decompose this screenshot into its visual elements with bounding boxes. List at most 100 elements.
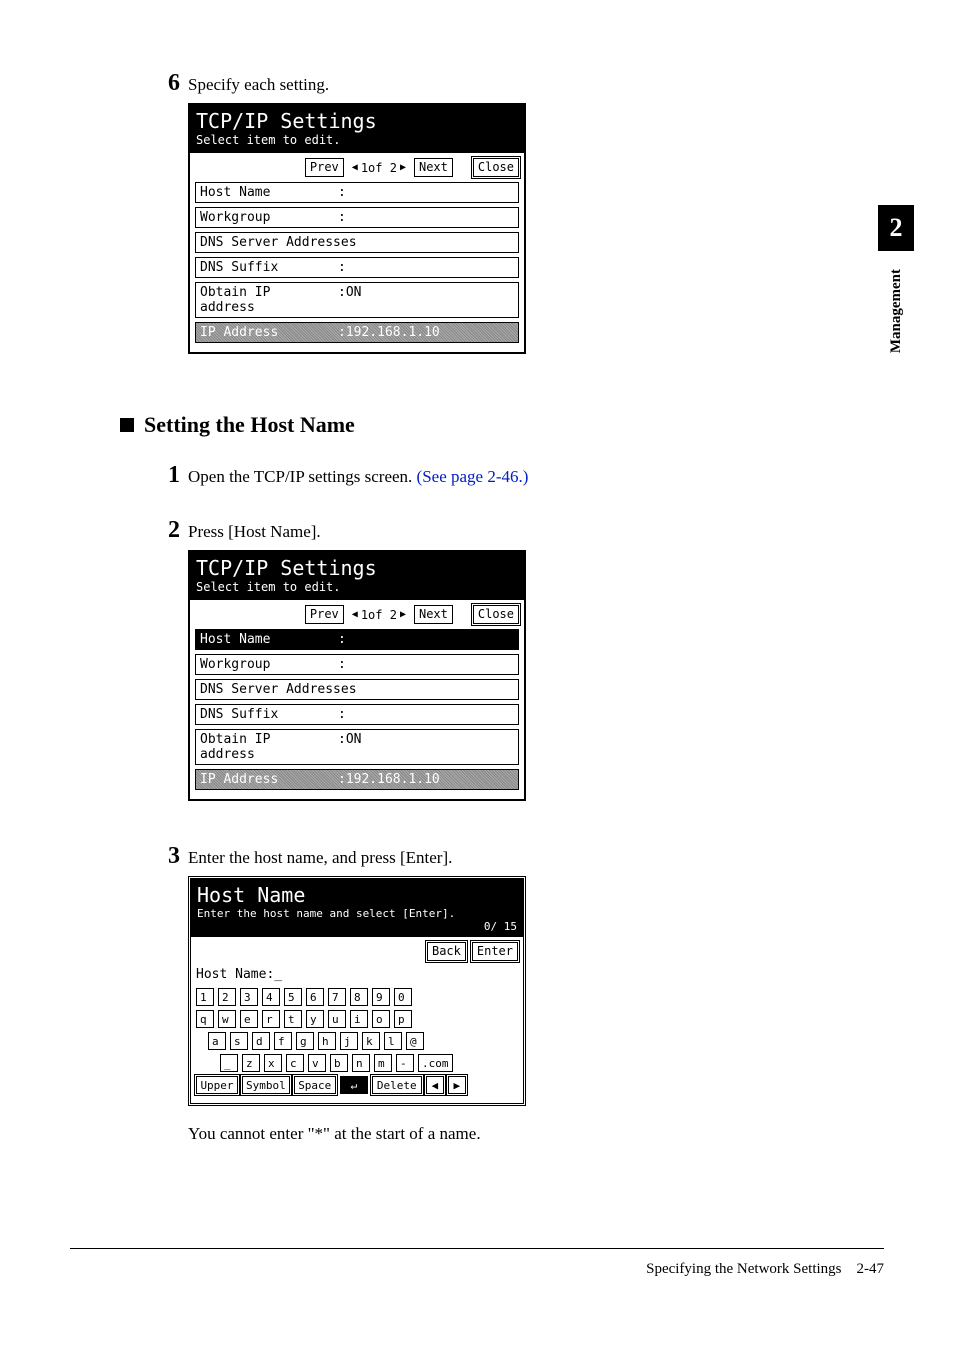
list-item[interactable]: DNS Server Addresses: [195, 679, 519, 700]
key-u[interactable]: u: [328, 1010, 346, 1028]
key-i[interactable]: i: [350, 1010, 368, 1028]
triangle-right-icon: ▶: [400, 162, 406, 173]
list-item[interactable]: Host Name:: [195, 182, 519, 203]
key-4[interactable]: 4: [262, 988, 280, 1006]
enter-button[interactable]: Enter: [472, 942, 518, 961]
key-t[interactable]: t: [284, 1010, 302, 1028]
lcd-subtitle: Select item to edit.: [196, 580, 518, 594]
key-7[interactable]: 7: [328, 988, 346, 1006]
lcd-tcpip-1: TCP/IP Settings Select item to edit. Pre…: [188, 103, 526, 354]
item-value: :ON: [338, 732, 361, 762]
close-button[interactable]: Close: [473, 158, 519, 177]
section-title: Setting the Host Name: [144, 412, 355, 438]
item-label: Host Name: [200, 632, 330, 647]
key-m[interactable]: m: [374, 1054, 392, 1072]
item-value: :ON: [338, 285, 361, 315]
key-v[interactable]: v: [308, 1054, 326, 1072]
lcd-title: Host Name: [197, 883, 517, 907]
key-g[interactable]: g: [296, 1032, 314, 1050]
item-value: :: [338, 210, 346, 225]
step-text-plain: Open the TCP/IP settings screen.: [188, 467, 417, 486]
key-d[interactable]: d: [252, 1032, 270, 1050]
key-b[interactable]: b: [330, 1054, 348, 1072]
item-label: Host Name: [200, 185, 330, 200]
list-item: IP Address:192.168.1.10: [195, 769, 519, 790]
item-value: :: [338, 185, 346, 200]
list-item[interactable]: Host Name:: [195, 629, 519, 650]
key-9[interactable]: 9: [372, 988, 390, 1006]
item-label: DNS Server Addresses: [200, 235, 514, 250]
key-x[interactable]: x: [264, 1054, 282, 1072]
item-label: Obtain IP address: [200, 285, 330, 315]
key-s[interactable]: s: [230, 1032, 248, 1050]
list-item[interactable]: Obtain IP address :ON: [195, 729, 519, 765]
key-com[interactable]: .com: [418, 1054, 453, 1072]
key-_[interactable]: _: [220, 1054, 238, 1072]
item-label: DNS Suffix: [200, 707, 330, 722]
list-item[interactable]: Obtain IP address :ON: [195, 282, 519, 318]
lcd-subtitle: Select item to edit.: [196, 133, 518, 147]
square-bullet-icon: [120, 418, 134, 432]
key-w[interactable]: w: [218, 1010, 236, 1028]
item-value: :: [338, 632, 346, 647]
step-6: 6 Specify each setting.: [160, 70, 884, 97]
pager-text: 1of 2: [361, 608, 397, 622]
step-number: 2: [160, 517, 188, 544]
key-@[interactable]: @: [406, 1032, 424, 1050]
key-a[interactable]: a: [208, 1032, 226, 1050]
key-e[interactable]: e: [240, 1010, 258, 1028]
lcd-hostname-entry: Host Name Enter the host name and select…: [188, 876, 526, 1106]
key-8[interactable]: 8: [350, 988, 368, 1006]
enter-icon-key[interactable]: ↵: [340, 1076, 368, 1094]
key-q[interactable]: q: [196, 1010, 214, 1028]
close-button[interactable]: Close: [473, 605, 519, 624]
prev-button[interactable]: Prev: [305, 605, 344, 624]
key-n[interactable]: n: [352, 1054, 370, 1072]
key-j[interactable]: j: [340, 1032, 358, 1050]
key-5[interactable]: 5: [284, 988, 302, 1006]
key-f[interactable]: f: [274, 1032, 292, 1050]
chapter-label: Management: [888, 269, 905, 353]
key-6[interactable]: 6: [306, 988, 324, 1006]
step-text: Enter the host name, and press [Enter].: [188, 843, 452, 868]
chapter-tab: 2 Management: [878, 205, 914, 353]
item-value: :: [338, 707, 346, 722]
key--[interactable]: -: [396, 1054, 414, 1072]
next-button[interactable]: Next: [414, 158, 453, 177]
hostname-input[interactable]: Host Name:_: [196, 967, 518, 982]
key-l[interactable]: l: [384, 1032, 402, 1050]
pager-text: 1of 2: [361, 161, 397, 175]
key-z[interactable]: z: [242, 1054, 260, 1072]
list-item[interactable]: DNS Suffix:: [195, 704, 519, 725]
delete-key[interactable]: Delete: [372, 1076, 422, 1094]
item-label: Obtain IP address: [200, 732, 330, 762]
item-label: DNS Suffix: [200, 260, 330, 275]
item-label: Workgroup: [200, 657, 330, 672]
list-item[interactable]: DNS Suffix:: [195, 257, 519, 278]
next-button[interactable]: Next: [414, 605, 453, 624]
key-1[interactable]: 1: [196, 988, 214, 1006]
key-0[interactable]: 0: [394, 988, 412, 1006]
key-y[interactable]: y: [306, 1010, 324, 1028]
key-p[interactable]: p: [394, 1010, 412, 1028]
key-k[interactable]: k: [362, 1032, 380, 1050]
key-o[interactable]: o: [372, 1010, 390, 1028]
key-3[interactable]: 3: [240, 988, 258, 1006]
key-r[interactable]: r: [262, 1010, 280, 1028]
back-button[interactable]: Back: [427, 942, 466, 961]
list-item[interactable]: DNS Server Addresses: [195, 232, 519, 253]
list-item[interactable]: Workgroup:: [195, 207, 519, 228]
space-key[interactable]: Space: [294, 1076, 336, 1094]
arrow-right-key[interactable]: ▶: [448, 1076, 466, 1094]
key-2[interactable]: 2: [218, 988, 236, 1006]
arrow-left-key[interactable]: ◀: [426, 1076, 444, 1094]
prev-button[interactable]: Prev: [305, 158, 344, 177]
see-page-link[interactable]: (See page 2-46.): [417, 467, 529, 486]
key-h[interactable]: h: [318, 1032, 336, 1050]
key-c[interactable]: c: [286, 1054, 304, 1072]
step-3: 3 Enter the host name, and press [Enter]…: [160, 843, 884, 870]
list-item[interactable]: Workgroup:: [195, 654, 519, 675]
lcd-header: TCP/IP Settings Select item to edit.: [190, 552, 524, 600]
symbol-key[interactable]: Symbol: [242, 1076, 290, 1094]
upper-key[interactable]: Upper: [196, 1076, 238, 1094]
